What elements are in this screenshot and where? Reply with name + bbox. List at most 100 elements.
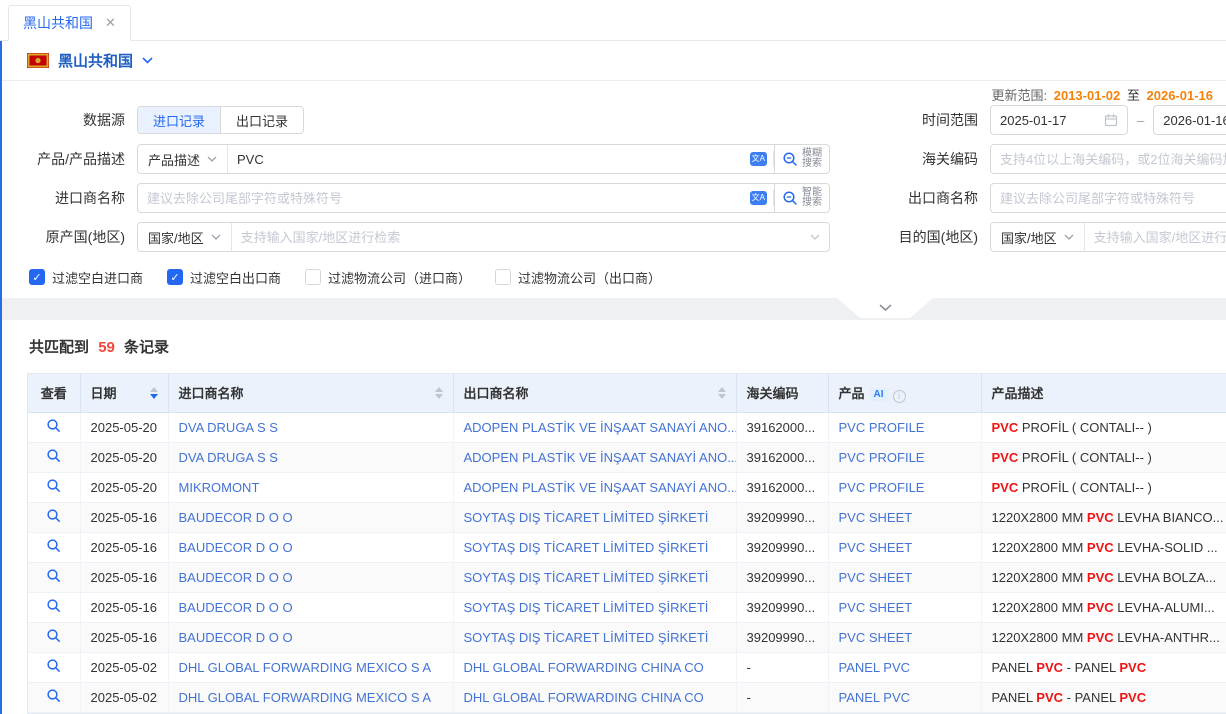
view-record-button[interactable] — [46, 448, 61, 463]
translate-icon[interactable]: 文A — [750, 152, 767, 166]
product-input[interactable] — [228, 145, 750, 173]
exporter-link[interactable]: SOYTAŞ DIŞ TİCARET LİMİTED ŞİRKETİ — [464, 600, 709, 615]
exporter-link[interactable]: SOYTAŞ DIŞ TİCARET LİMİTED ŞİRKETİ — [464, 630, 709, 645]
importer-link[interactable]: DHL GLOBAL FORWARDING MEXICO S A — [179, 660, 432, 675]
collapse-panel-button[interactable] — [837, 298, 933, 318]
view-record-button[interactable] — [46, 568, 61, 583]
origin-country-select[interactable]: 国家/地区 — [138, 223, 232, 251]
table-row: 2025-05-16BAUDECOR D O OSOYTAŞ DIŞ TİCAR… — [28, 502, 1226, 532]
filter-checkboxes: ✓过滤空白进口商 ✓过滤空白出口商 过滤物流公司（进口商） 过滤物流公司（出口商） — [29, 266, 1226, 288]
filter-checkbox-2[interactable]: ✓过滤空白出口商 — [167, 268, 281, 287]
product-link[interactable]: PVC SHEET — [839, 510, 913, 525]
exporter-link[interactable]: SOYTAŞ DIŞ TİCARET LİMİTED ŞİRKETİ — [464, 570, 709, 585]
checkbox-unchecked-icon[interactable] — [305, 269, 321, 285]
smart-search-button[interactable]: 智能搜索 — [774, 184, 829, 212]
checkbox-checked-icon[interactable]: ✓ — [29, 269, 45, 285]
tab-montenegro[interactable]: 黑山共和国 ✕ — [8, 5, 131, 41]
col-exporter[interactable]: 出口商名称 — [453, 374, 736, 412]
importer-link[interactable]: DVA DRUGA S S — [179, 420, 278, 435]
product-link[interactable]: PVC SHEET — [839, 630, 913, 645]
result-count: 共匹配到 59 条记录 — [29, 336, 1226, 356]
exporter-link[interactable]: DHL GLOBAL FORWARDING CHINA CO — [464, 660, 704, 675]
magnifier-icon — [46, 418, 61, 433]
view-record-button[interactable] — [46, 628, 61, 643]
product-link[interactable]: PVC SHEET — [839, 540, 913, 555]
col-importer[interactable]: 进口商名称 — [168, 374, 453, 412]
importer-input[interactable] — [138, 184, 750, 212]
importer-link[interactable]: BAUDECOR D O O — [179, 540, 293, 555]
exporter-input[interactable] — [990, 183, 1226, 213]
view-record-button[interactable] — [46, 478, 61, 493]
view-record-button[interactable] — [46, 508, 61, 523]
importer-link[interactable]: DHL GLOBAL FORWARDING MEXICO S A — [179, 690, 432, 705]
sort-date-icon[interactable] — [150, 387, 158, 399]
product-link[interactable]: PANEL PVC — [839, 660, 911, 675]
info-icon[interactable]: i — [893, 390, 906, 403]
product-link[interactable]: PVC PROFILE — [839, 420, 925, 435]
chevron-down-icon — [879, 304, 892, 312]
date-end-input[interactable]: 2026-01-16 — [1153, 105, 1226, 135]
exporter-link[interactable]: SOYTAŞ DIŞ TİCARET LİMİTED ŞİRKETİ — [464, 510, 709, 525]
cell-exporter: DHL GLOBAL FORWARDING CHINA CO — [453, 682, 736, 712]
product-link[interactable]: PVC PROFILE — [839, 450, 925, 465]
product-link[interactable]: PVC PROFILE — [839, 480, 925, 495]
importer-link[interactable]: BAUDECOR D O O — [179, 600, 293, 615]
magnifier-icon — [46, 448, 61, 463]
product-link[interactable]: PANEL PVC — [839, 690, 911, 705]
exporter-link[interactable]: ADOPEN PLASTİK VE İNŞAAT SANAYİ ANO... — [464, 420, 737, 435]
magnifier-icon — [46, 658, 61, 673]
chevron-down-icon[interactable] — [142, 57, 153, 64]
cell-date: 2025-05-02 — [80, 682, 168, 712]
importer-link[interactable]: BAUDECOR D O O — [179, 510, 293, 525]
hs-code-input[interactable] — [990, 144, 1226, 174]
col-date[interactable]: 日期 — [80, 374, 168, 412]
table-row: 2025-05-02DHL GLOBAL FORWARDING MEXICO S… — [28, 652, 1226, 682]
tab-close-icon[interactable]: ✕ — [105, 15, 116, 31]
magnifier-icon — [782, 151, 798, 167]
data-source-import-button[interactable]: 进口记录 — [138, 107, 220, 133]
exporter-link[interactable]: SOYTAŞ DIŞ TİCARET LİMİTED ŞİRKETİ — [464, 540, 709, 555]
cell-hs-code: - — [736, 682, 828, 712]
magnifier-icon — [46, 688, 61, 703]
view-record-button[interactable] — [46, 598, 61, 613]
destination-country-input[interactable] — [1085, 223, 1226, 251]
product-type-select[interactable]: 产品描述 — [138, 145, 228, 173]
table-row: 2025-05-16BAUDECOR D O OSOYTAŞ DIŞ TİCAR… — [28, 622, 1226, 652]
date-start-input[interactable]: 2025-01-17 — [990, 105, 1128, 135]
view-record-button[interactable] — [46, 658, 61, 673]
country-title[interactable]: 黑山共和国 — [58, 50, 133, 71]
view-record-button[interactable] — [46, 418, 61, 433]
checkbox-unchecked-icon[interactable] — [495, 269, 511, 285]
montenegro-flag-icon — [27, 53, 49, 68]
view-record-button[interactable] — [46, 688, 61, 703]
cell-description: 1220X2800 MM PVC LEVHA BOLZA... — [981, 562, 1226, 592]
origin-country-input[interactable] — [232, 223, 810, 251]
sort-exporter-icon[interactable] — [718, 387, 726, 399]
exporter-link[interactable]: ADOPEN PLASTİK VE İNŞAAT SANAYİ ANO... — [464, 450, 737, 465]
table-row: 2025-05-02 DHL GLOBAL FORWARDING MEXICO S… — [28, 682, 1226, 712]
sort-importer-icon[interactable] — [435, 387, 443, 399]
filter-checkbox-4[interactable]: 过滤物流公司（出口商） — [495, 268, 661, 287]
fuzzy-search-button[interactable]: 模糊搜索 — [774, 145, 829, 173]
table-row: 2025-05-20DVA DRUGA S SADOPEN PLASTİK VE… — [28, 412, 1226, 442]
importer-link[interactable]: MIKROMONT — [179, 480, 260, 495]
filter-checkbox-3[interactable]: 过滤物流公司（进口商） — [305, 268, 471, 287]
cell-description: PANEL PVC - PANEL PVC — [981, 652, 1226, 682]
destination-country-select[interactable]: 国家/地区 — [991, 223, 1085, 251]
importer-link[interactable]: DVA DRUGA S S — [179, 450, 278, 465]
product-link[interactable]: PVC SHEET — [839, 600, 913, 615]
cell-exporter: SOYTAŞ DIŞ TİCARET LİMİTED ŞİRKETİ — [453, 502, 736, 532]
data-source-export-button[interactable]: 出口记录 — [220, 107, 303, 133]
table-row: 2025-05-16BAUDECOR D O OSOYTAŞ DIŞ TİCAR… — [28, 532, 1226, 562]
view-record-button[interactable] — [46, 538, 61, 553]
product-link[interactable]: PVC SHEET — [839, 570, 913, 585]
importer-link[interactable]: BAUDECOR D O O — [179, 630, 293, 645]
filter-checkbox-1[interactable]: ✓过滤空白进口商 — [29, 268, 143, 287]
importer-link[interactable]: BAUDECOR D O O — [179, 570, 293, 585]
exporter-link[interactable]: DHL GLOBAL FORWARDING CHINA CO — [464, 690, 704, 705]
exporter-link[interactable]: ADOPEN PLASTİK VE İNŞAAT SANAYİ ANO... — [464, 480, 737, 495]
cell-importer: DHL GLOBAL FORWARDING MEXICO S A — [168, 682, 453, 712]
cell-exporter: SOYTAŞ DIŞ TİCARET LİMİTED ŞİRKETİ — [453, 592, 736, 622]
translate-icon[interactable]: 文A — [750, 191, 767, 205]
checkbox-checked-icon[interactable]: ✓ — [167, 269, 183, 285]
